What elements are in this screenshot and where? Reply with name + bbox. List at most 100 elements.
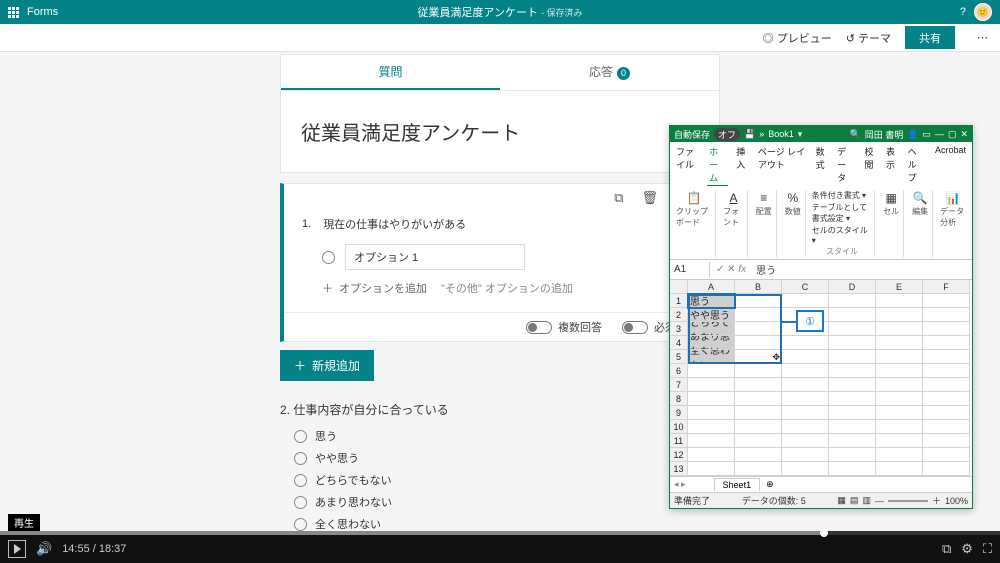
cell-A2[interactable]: やや思う [688, 308, 735, 322]
multi-toggle[interactable] [526, 321, 552, 334]
view-normal-icon[interactable]: ▦ [837, 495, 846, 506]
question-card-1[interactable]: ⧉ 🗑 ↑ ↓ 1. 現在の仕事はやりがいがある オプション 1 ＋ オプション… [280, 183, 720, 342]
form-panel: 質問 応答0 従業員満足度アンケート ⧉ 🗑 ↑ ↓ 1. 現在の仕事はやりがい… [280, 54, 720, 531]
save-status: - 保存済み [541, 8, 583, 18]
minimize-icon[interactable]: — [935, 129, 944, 139]
tab-home[interactable]: ホーム [707, 144, 728, 186]
excel-titlebar[interactable]: 自動保存 オフ 💾» Book1▾ 🔍 岡田 書明 👤 ▭ — ▢ ✕ [670, 126, 972, 142]
question-number: 1. [302, 218, 311, 230]
ribbon: 📋クリップボード Aフォント ≡配置 %数値 条件付き書式 ▾ テーブルとして書… [670, 188, 972, 260]
radio-icon [294, 452, 307, 465]
cell-A5[interactable]: 全く思わない [688, 350, 735, 364]
doc-title[interactable]: 従業員満足度アンケート [417, 7, 538, 19]
zoom-level[interactable]: 100% [945, 496, 968, 506]
question-text[interactable]: 現在の仕事はやりがいがある [323, 216, 466, 232]
ribbon-mode-icon[interactable]: ▭ [922, 129, 931, 140]
list-item: どちらでもない [294, 472, 720, 488]
tab-help[interactable]: ヘルプ [906, 144, 927, 186]
tab-questions[interactable]: 質問 [281, 55, 500, 90]
more-icon[interactable]: ⋯ [969, 31, 996, 44]
autosave-toggle[interactable]: オフ [714, 128, 740, 141]
excel-avatar[interactable]: 👤 [907, 129, 918, 140]
tab-file[interactable]: ファイル [674, 144, 701, 186]
group-font[interactable]: Aフォント [720, 190, 748, 257]
view-page-icon[interactable]: ▤ [850, 495, 859, 506]
tab-data[interactable]: データ [835, 144, 856, 186]
tab-view[interactable]: 表示 [884, 144, 900, 186]
callout-1: ① [796, 310, 824, 332]
video-player: 🔊 14:55 / 18:37 ⧉ ⚙ ⛶ [0, 531, 1000, 563]
list-item: やや思う [294, 450, 720, 466]
time-display: 14:55 / 18:37 [62, 543, 126, 555]
theme-button[interactable]: ↺ テーマ [846, 30, 891, 46]
list-item: 全く思わない [294, 516, 720, 531]
option-row: オプション 1 [322, 244, 701, 270]
share-button[interactable]: 共有 [905, 26, 955, 49]
app-name[interactable]: Forms [27, 6, 58, 18]
scrub-bar[interactable] [0, 531, 1000, 535]
add-sheet-icon[interactable]: ⊕ [760, 479, 780, 490]
tab-layout[interactable]: ページ レイアウト [756, 144, 808, 186]
add-option-button[interactable]: オプションを追加 [339, 280, 427, 296]
question-card-2[interactable]: 2. 仕事内容が自分に合っている 思う やや思う どちらでもない あまり思わない… [280, 401, 720, 531]
excel-statusbar: 準備完了 データの個数: 5 ▦ ▤ ▥ —＋ 100% [670, 492, 972, 508]
radio-icon [294, 474, 307, 487]
ribbon-tabs: ファイル ホーム 挿入 ページ レイアウト 数式 データ 校閲 表示 ヘルプ A… [670, 142, 972, 188]
tab-review[interactable]: 校閲 [862, 144, 878, 186]
view-break-icon[interactable]: ▥ [862, 495, 871, 506]
volume-icon[interactable]: 🔊 [36, 541, 52, 557]
form-title[interactable]: 従業員満足度アンケート [280, 90, 720, 173]
command-bar: ◎ プレビュー ↺ テーマ 共有 ⋯ [0, 24, 1000, 52]
preview-button[interactable]: ◎ プレビュー [763, 30, 832, 46]
list-item: あまり思わない [294, 494, 720, 510]
radio-icon [294, 496, 307, 509]
cell-A3[interactable]: どちらでもない [688, 322, 735, 336]
option-input[interactable]: オプション 1 [345, 244, 525, 270]
group-cells[interactable]: ▦セル [879, 190, 904, 257]
group-clipboard[interactable]: 📋クリップボード [673, 190, 716, 257]
help-icon[interactable]: ? [960, 6, 966, 18]
required-toggle[interactable] [622, 321, 648, 334]
delete-icon[interactable]: 🗑 [641, 190, 658, 206]
workbook-name: Book1 [768, 129, 794, 139]
group-number[interactable]: %数値 [781, 190, 806, 257]
fx-icon[interactable]: ✓ ✕ fx [710, 262, 752, 277]
tab-formula[interactable]: 数式 [814, 144, 830, 186]
add-other-option[interactable]: "その他" オプションの追加 [441, 280, 573, 296]
sheet-tab[interactable]: Sheet1 [714, 478, 761, 491]
radio-icon [294, 518, 307, 531]
tab-responses[interactable]: 応答0 [500, 55, 719, 90]
maximize-icon[interactable]: ▢ [948, 129, 957, 140]
add-new-button[interactable]: ＋ 新規追加 [280, 350, 374, 381]
waffle-icon[interactable] [8, 7, 19, 18]
list-item: 思う [294, 428, 720, 444]
sheet-tabs[interactable]: ◂ ▸ Sheet1 ⊕ [670, 476, 972, 492]
group-align[interactable]: ≡配置 [752, 190, 777, 257]
tab-acrobat[interactable]: Acrobat [933, 144, 968, 186]
cell-A1[interactable]: 思う [688, 294, 735, 308]
callout-line [782, 321, 796, 323]
excel-window[interactable]: 自動保存 オフ 💾» Book1▾ 🔍 岡田 書明 👤 ▭ — ▢ ✕ ファイル… [669, 125, 973, 509]
avatar[interactable]: 🙂 [974, 3, 992, 21]
formula-value[interactable]: 思う [752, 260, 780, 279]
radio-icon [322, 251, 335, 264]
form-tabs: 質問 応答0 [280, 54, 720, 90]
fullscreen-icon[interactable]: ⛶ [983, 541, 992, 557]
group-edit[interactable]: 🔍編集 [908, 190, 933, 257]
app-header: Forms 従業員満足度アンケート - 保存済み ? 🙂 [0, 0, 1000, 24]
cc-icon[interactable]: ⧉ [942, 541, 951, 557]
tab-insert[interactable]: 挿入 [734, 144, 750, 186]
play-button[interactable] [8, 540, 26, 558]
settings-icon[interactable]: ⚙ [961, 541, 973, 557]
copy-icon[interactable]: ⧉ [614, 190, 623, 206]
name-box[interactable]: A1 [670, 262, 710, 277]
plus-icon[interactable]: ＋ [322, 280, 333, 296]
group-styles[interactable]: 条件付き書式 ▾ テーブルとして書式設定 ▾ セルのスタイル ▾ スタイル [810, 190, 875, 257]
close-icon[interactable]: ✕ [960, 129, 968, 140]
group-analysis[interactable]: 📊データ分析 [937, 190, 969, 257]
excel-user: 岡田 書明 [865, 128, 904, 141]
cell-A4[interactable]: あまり思わない [688, 336, 735, 350]
radio-icon [294, 430, 307, 443]
response-badge: 0 [617, 67, 630, 80]
formula-bar[interactable]: A1 ✓ ✕ fx 思う [670, 260, 972, 280]
